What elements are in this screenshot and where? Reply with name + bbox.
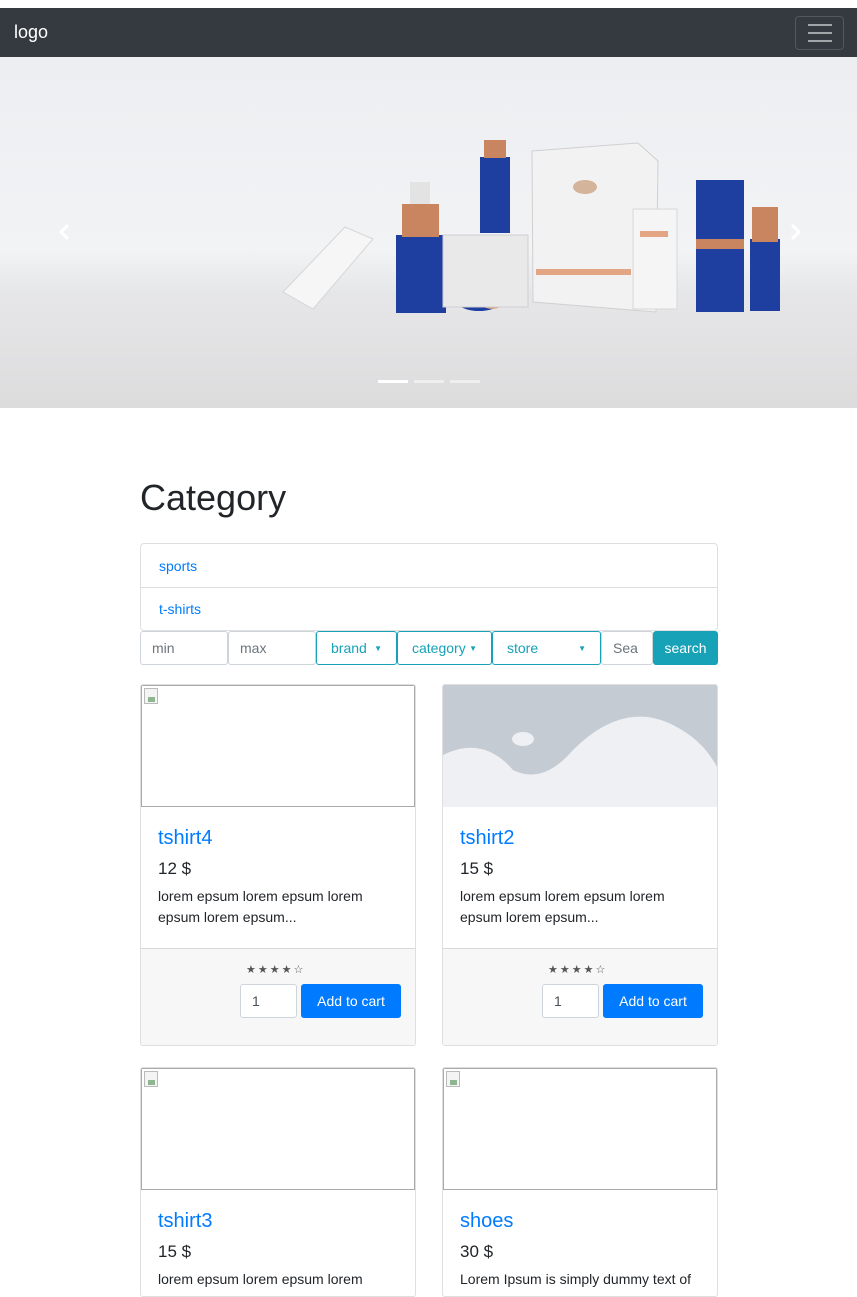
product-price: 15 $ [460, 859, 494, 878]
card-footer: ★★★★☆ 1 Add to cart [443, 948, 717, 1045]
hamburger-icon [807, 23, 832, 26]
product-title[interactable]: tshirt4 [158, 824, 212, 852]
product-title[interactable]: shoes [460, 1207, 513, 1235]
carousel-indicator[interactable] [413, 380, 444, 383]
caret-down-icon: ▼ [578, 643, 586, 653]
card-footer: ★★★★☆ 1 Add to cart [141, 948, 415, 1045]
product-title[interactable]: tshirt2 [460, 824, 514, 852]
brand-logo[interactable]: logo [14, 22, 48, 43]
search-button[interactable]: search [653, 631, 718, 665]
carousel-next-button[interactable] [780, 217, 810, 247]
product-card: tshirt3 15 $ lorem epsum lorem epsum lor… [140, 1067, 416, 1297]
carousel-prev-button[interactable] [50, 217, 80, 247]
product-image [141, 685, 415, 807]
hero-carousel [0, 57, 857, 408]
product-description: lorem epsum lorem epsum lorem epsum lore… [158, 888, 363, 925]
max-price-input[interactable]: max [228, 631, 316, 665]
rating-stars: ★★★★☆ [246, 964, 306, 976]
product-description: lorem epsum lorem epsum lorem epsum lore… [460, 888, 665, 925]
broken-image-icon [144, 1071, 158, 1087]
brand-select[interactable]: brand ▼ [316, 631, 397, 665]
category-item-t-shirts[interactable]: t-shirts [141, 587, 717, 630]
product-price: 12 $ [158, 859, 192, 878]
carousel-indicator[interactable] [449, 380, 480, 383]
product-card: tshirt4 12 $ lorem epsum lorem epsum lor… [140, 684, 416, 1046]
add-to-cart-button[interactable]: Add to cart [301, 984, 401, 1018]
caret-down-icon: ▼ [469, 643, 477, 653]
rating-stars: ★★★★☆ [548, 964, 608, 976]
quantity-input[interactable]: 1 [542, 984, 599, 1018]
filter-bar: min max brand ▼ category ▼ store ▼ Sea s… [140, 631, 718, 665]
carousel-indicator[interactable] [377, 380, 408, 383]
product-price: 15 $ [158, 1242, 192, 1261]
product-card: tshirt2 15 $ lorem epsum lorem epsum lor… [442, 684, 718, 1046]
product-title[interactable]: tshirt3 [158, 1207, 212, 1235]
product-price: 30 $ [460, 1242, 494, 1261]
product-image [141, 1068, 415, 1190]
broken-image-icon [144, 688, 158, 704]
image-placeholder-icon [443, 685, 717, 807]
min-price-input[interactable]: min [140, 631, 228, 665]
broken-image-icon [446, 1071, 460, 1087]
product-image-placeholder [443, 685, 717, 807]
add-to-cart-button[interactable]: Add to cart [603, 984, 703, 1018]
quantity-input[interactable]: 1 [240, 984, 297, 1018]
search-input[interactable]: Sea [601, 631, 653, 665]
navbar: logo [0, 8, 857, 57]
product-card: shoes 30 $ Lorem Ipsum is simply dummy t… [442, 1067, 718, 1297]
top-strip [0, 0, 857, 8]
category-item-sports[interactable]: sports [141, 544, 717, 587]
caret-down-icon: ▼ [374, 643, 382, 653]
category-select[interactable]: category ▼ [397, 631, 492, 665]
product-image [443, 1068, 717, 1190]
navbar-toggler-button[interactable] [795, 15, 844, 50]
carousel-product-image [282, 140, 780, 313]
carousel-indicators [0, 380, 857, 383]
category-title: Category [140, 477, 287, 518]
category-list: sports t-shirts [140, 543, 718, 631]
category-section: Category sports t-shirts min max brand ▼… [140, 470, 718, 665]
store-select[interactable]: store ▼ [492, 631, 601, 665]
